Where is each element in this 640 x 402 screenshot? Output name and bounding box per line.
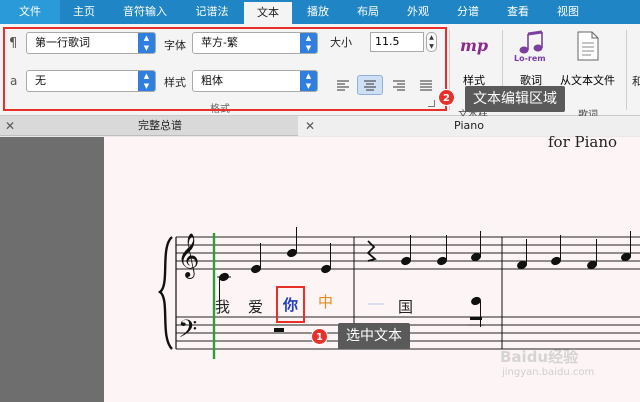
lyrics-icon-caption: Lo-rem <box>514 54 546 63</box>
document-tab-bar: ✕ 完整总谱 Piano ✕ <box>0 116 640 136</box>
lyric-syllable-2[interactable]: 爱 <box>248 296 263 317</box>
from-text-file-button[interactable]: 从文本文件 <box>558 28 620 92</box>
tab-text[interactable]: 文本 <box>244 2 292 24</box>
styles-button[interactable]: mp 样式 <box>456 32 496 94</box>
divider <box>626 30 627 110</box>
tab-file[interactable]: 文件 <box>0 0 60 24</box>
callout-number-1: 1 <box>311 328 328 345</box>
tab-view[interactable]: 视图 <box>546 0 590 24</box>
watermark-url: jingyan.baidu.com <box>502 367 595 378</box>
tab-note-input[interactable]: 音符输入 <box>110 0 180 24</box>
callout-number-2: 2 <box>438 89 455 106</box>
tab-play[interactable]: 播放 <box>296 0 340 24</box>
lyric-syllable-5[interactable]: 国 <box>398 296 413 317</box>
bass-clef-icon: 𝄢 <box>178 315 197 350</box>
lyric-syllable-1[interactable]: 我 <box>215 296 230 317</box>
tab-appearance[interactable]: 外观 <box>396 0 440 24</box>
measure-1-notes <box>217 227 331 303</box>
tab-notation[interactable]: 记谱法 <box>184 0 240 24</box>
callout-text-editing-area: 文本编辑区域 <box>465 86 565 112</box>
half-rest-icon <box>274 328 284 332</box>
lyrics-button[interactable]: Lo-rem 歌词 <box>508 28 556 92</box>
tab-piano-label: Piano <box>454 119 484 132</box>
clipped-ribbon-label: 和 <box>632 75 640 88</box>
treble-clef-icon: 𝄞 <box>177 233 199 279</box>
tab-parts[interactable]: 分谱 <box>446 0 490 24</box>
tab-home[interactable]: 主页 <box>62 0 106 24</box>
ribbon-tab-bar: 文件 主页 音符输入 记谱法 文本 播放 布局 外观 分谱 查看 视图 <box>0 0 640 24</box>
highlight-box <box>3 27 447 111</box>
callout-select-text: 选中文本 <box>338 323 410 349</box>
dynamics-icon: mp <box>460 36 489 55</box>
document-icon <box>577 31 599 61</box>
watermark-logo: Baidu经验 <box>500 348 579 366</box>
lyric-syllable-4[interactable]: 中 <box>318 291 333 312</box>
from-text-file-label: 从文本文件 <box>560 74 615 87</box>
tab-layout[interactable]: 布局 <box>346 0 390 24</box>
selection-highlight-box <box>276 286 305 323</box>
tab-review[interactable]: 查看 <box>496 0 540 24</box>
close-tab-icon[interactable]: ✕ <box>5 116 15 136</box>
close-tab-icon[interactable]: ✕ <box>305 116 315 136</box>
tab-full-score[interactable]: 完整总谱 <box>22 116 298 136</box>
brace-symbol <box>157 236 173 350</box>
